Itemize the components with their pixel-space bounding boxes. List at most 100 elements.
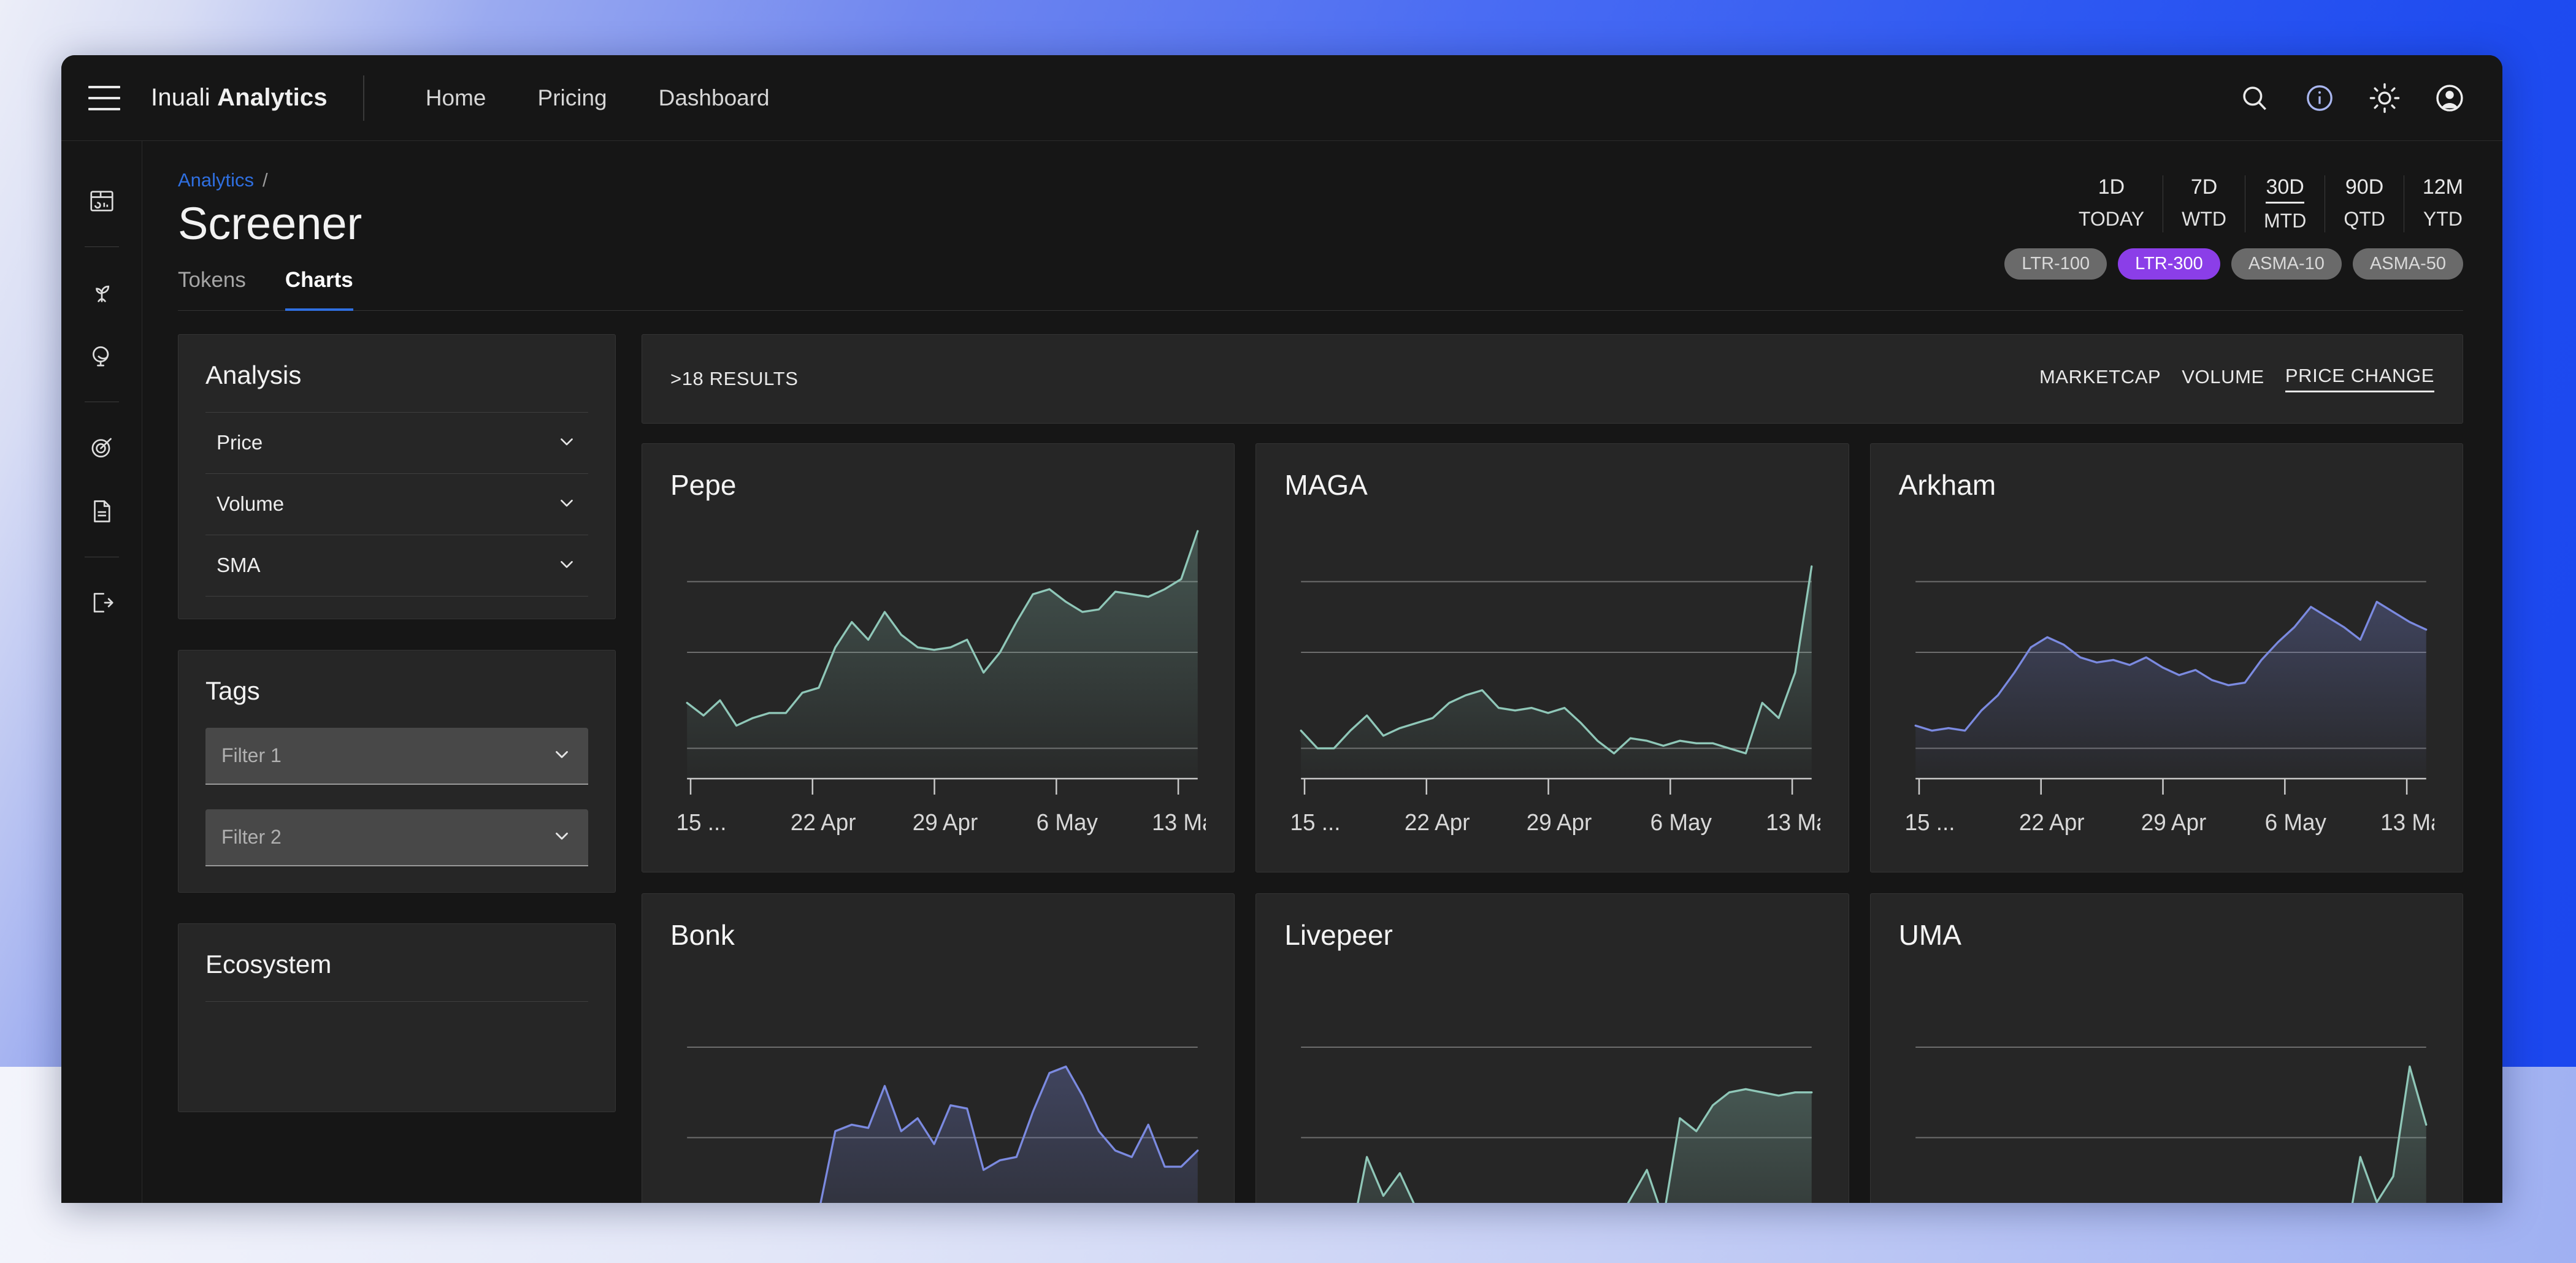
x-axis-tick-label: 13 May bbox=[1152, 809, 1206, 835]
range-bottom-qtd[interactable]: QTD bbox=[2344, 208, 2385, 231]
chevron-down-icon bbox=[556, 554, 577, 578]
document-icon[interactable] bbox=[80, 489, 124, 533]
chart-title-bonk: Bonk bbox=[670, 918, 735, 951]
nav-link-dashboard[interactable]: Dashboard bbox=[633, 85, 795, 111]
accordion-label-sma: SMA bbox=[217, 554, 261, 577]
x-axis-tick-label: 29 Apr bbox=[2141, 809, 2206, 835]
time-range-controls: 1D TODAY 7D WTD 30D MTD 90D QTD 12M YTD … bbox=[2004, 169, 2463, 280]
range-top-12m[interactable]: 12M bbox=[2423, 175, 2463, 202]
chart-card-livepeer[interactable]: Livepeer bbox=[1255, 893, 1849, 1203]
chevron-down-icon bbox=[551, 744, 572, 768]
filter-1-placeholder: Filter 1 bbox=[221, 744, 282, 766]
sparkline-chart-uma bbox=[1915, 1046, 2428, 1203]
chart-card-grid: Pepe 15 ... 22 Apr 29 Apr 6 May 13 May MAGA … bbox=[642, 443, 2463, 1203]
chip-asma-50[interactable]: ASMA-50 bbox=[2352, 248, 2463, 280]
range-col-1d: 1D TODAY bbox=[2060, 175, 2164, 232]
range-bottom-today[interactable]: TODAY bbox=[2079, 208, 2144, 231]
filter-2-select[interactable]: Filter 2 bbox=[205, 809, 588, 866]
x-axis-tick-label: 6 May bbox=[1650, 809, 1712, 835]
app-body: Analytics / Screener Tokens Charts 1D TOD… bbox=[61, 141, 2502, 1203]
seedling-icon[interactable] bbox=[80, 270, 124, 315]
breadcrumb: Analytics / bbox=[178, 169, 393, 191]
sparkline-chart-arkham: 15 ... 22 Apr 29 Apr 6 May 13 May bbox=[1904, 581, 2434, 835]
chart-card-bonk[interactable]: Bonk bbox=[642, 893, 1235, 1203]
chip-ltr-100[interactable]: LTR-100 bbox=[2004, 248, 2107, 280]
x-axis-tick-label: 15 ... bbox=[1904, 809, 1955, 835]
range-top-1d[interactable]: 1D bbox=[2098, 175, 2125, 202]
chart-card-maga[interactable]: MAGA 15 ... 22 Apr 29 Apr 6 May 13 May bbox=[1255, 443, 1849, 872]
range-col-30d: 30D MTD bbox=[2245, 175, 2326, 232]
tab-tokens[interactable]: Tokens bbox=[178, 268, 246, 311]
accordion-label-price: Price bbox=[217, 431, 263, 454]
x-axis-tick-label: 6 May bbox=[2264, 809, 2326, 835]
indicator-chip-group: LTR-100 LTR-300 ASMA-10 ASMA-50 bbox=[2004, 248, 2463, 280]
top-header-bar: Inuali Analytics Home Pricing Dashboard bbox=[61, 55, 2502, 141]
chip-asma-10[interactable]: ASMA-10 bbox=[2231, 248, 2342, 280]
menu-icon[interactable] bbox=[88, 85, 120, 110]
breadcrumb-link-analytics[interactable]: Analytics bbox=[178, 169, 254, 191]
chart-card-uma[interactable]: UMA bbox=[1869, 893, 2463, 1203]
range-bottom-wtd[interactable]: WTD bbox=[2182, 208, 2226, 231]
header-divider bbox=[362, 75, 364, 121]
icon-rail-sidebar bbox=[61, 141, 142, 1203]
page-tabs: Tokens Charts bbox=[178, 268, 393, 311]
page-header-left: Analytics / Screener Tokens Charts bbox=[178, 169, 393, 311]
range-bottom-ytd[interactable]: YTD bbox=[2423, 208, 2463, 231]
brand-bold: Analytics bbox=[217, 84, 328, 111]
x-axis-tick-label: 13 May bbox=[1766, 809, 1820, 835]
tags-panel: Tags Filter 1 Filter 2 bbox=[178, 649, 616, 893]
tab-charts[interactable]: Charts bbox=[285, 268, 353, 311]
range-col-12m: 12M YTD bbox=[2404, 175, 2463, 232]
search-icon[interactable] bbox=[2236, 80, 2273, 116]
sparkline-chart-livepeer bbox=[1301, 1046, 1813, 1203]
main-region: Analysis Price Volume SMA Tags Filter 1 … bbox=[178, 334, 2463, 1203]
results-column: >18 RESULTS MARKETCAP VOLUME PRICE CHANG… bbox=[642, 334, 2463, 1203]
range-top-30d[interactable]: 30D bbox=[2266, 175, 2304, 204]
analysis-accordion: Price Volume SMA bbox=[205, 411, 588, 597]
chart-card-pepe[interactable]: Pepe 15 ... 22 Apr 29 Apr 6 May 13 May bbox=[642, 443, 1235, 872]
filter-1-select[interactable]: Filter 1 bbox=[205, 727, 588, 785]
x-axis-tick-label: 29 Apr bbox=[913, 809, 978, 835]
nav-link-home[interactable]: Home bbox=[400, 85, 512, 111]
x-axis-tick-label: 6 May bbox=[1037, 809, 1098, 835]
info-icon[interactable] bbox=[2301, 80, 2338, 116]
sort-volume[interactable]: VOLUME bbox=[2182, 366, 2264, 392]
chart-title-livepeer: Livepeer bbox=[1284, 918, 1393, 951]
results-count: >18 RESULTS bbox=[670, 367, 799, 389]
dashboard-icon[interactable] bbox=[80, 179, 124, 223]
primary-nav: Home Pricing Dashboard bbox=[400, 85, 795, 111]
range-top-7d[interactable]: 7D bbox=[2191, 175, 2217, 202]
chart-title-pepe: Pepe bbox=[670, 468, 737, 501]
account-icon[interactable] bbox=[2431, 80, 2468, 116]
x-axis-tick-label: 15 ... bbox=[1290, 809, 1341, 835]
chart-title-arkham: Arkham bbox=[1898, 468, 1996, 501]
globe-icon[interactable] bbox=[80, 334, 124, 378]
chevron-down-icon bbox=[556, 492, 577, 516]
accordion-row-sma[interactable]: SMA bbox=[205, 535, 588, 597]
brand-light: Inuali bbox=[151, 84, 210, 111]
x-axis-tick-label: 29 Apr bbox=[1527, 809, 1592, 835]
chart-card-arkham[interactable]: Arkham 15 ... 22 Apr 29 Apr 6 May 13 May bbox=[1869, 443, 2463, 872]
brand-title: Inuali Analytics bbox=[151, 84, 328, 112]
accordion-row-price[interactable]: Price bbox=[205, 413, 588, 474]
ecosystem-panel: Ecosystem bbox=[178, 923, 616, 1112]
brightness-icon[interactable] bbox=[2366, 80, 2403, 116]
sparkline-chart-bonk bbox=[687, 1046, 1199, 1203]
time-range-selector: 1D TODAY 7D WTD 30D MTD 90D QTD 12M YTD bbox=[2004, 175, 2463, 232]
range-col-7d: 7D WTD bbox=[2163, 175, 2245, 232]
range-bottom-mtd[interactable]: MTD bbox=[2264, 210, 2306, 232]
page-content: Analytics / Screener Tokens Charts 1D TOD… bbox=[142, 141, 2502, 1203]
chart-title-uma: UMA bbox=[1898, 918, 1961, 951]
accordion-row-volume[interactable]: Volume bbox=[205, 474, 588, 535]
logout-icon[interactable] bbox=[80, 581, 124, 625]
target-icon[interactable] bbox=[80, 425, 124, 470]
range-top-90d[interactable]: 90D bbox=[2345, 175, 2383, 202]
filter-2-placeholder: Filter 2 bbox=[221, 825, 282, 848]
ecosystem-panel-title: Ecosystem bbox=[205, 949, 332, 979]
chip-ltr-300[interactable]: LTR-300 bbox=[2118, 248, 2220, 280]
chevron-down-icon bbox=[556, 431, 577, 455]
nav-link-pricing[interactable]: Pricing bbox=[512, 85, 633, 111]
sort-controls: MARKETCAP VOLUME PRICE CHANGE bbox=[2039, 365, 2434, 393]
sort-marketcap[interactable]: MARKETCAP bbox=[2039, 366, 2161, 392]
sort-price-change[interactable]: PRICE CHANGE bbox=[2285, 365, 2434, 393]
